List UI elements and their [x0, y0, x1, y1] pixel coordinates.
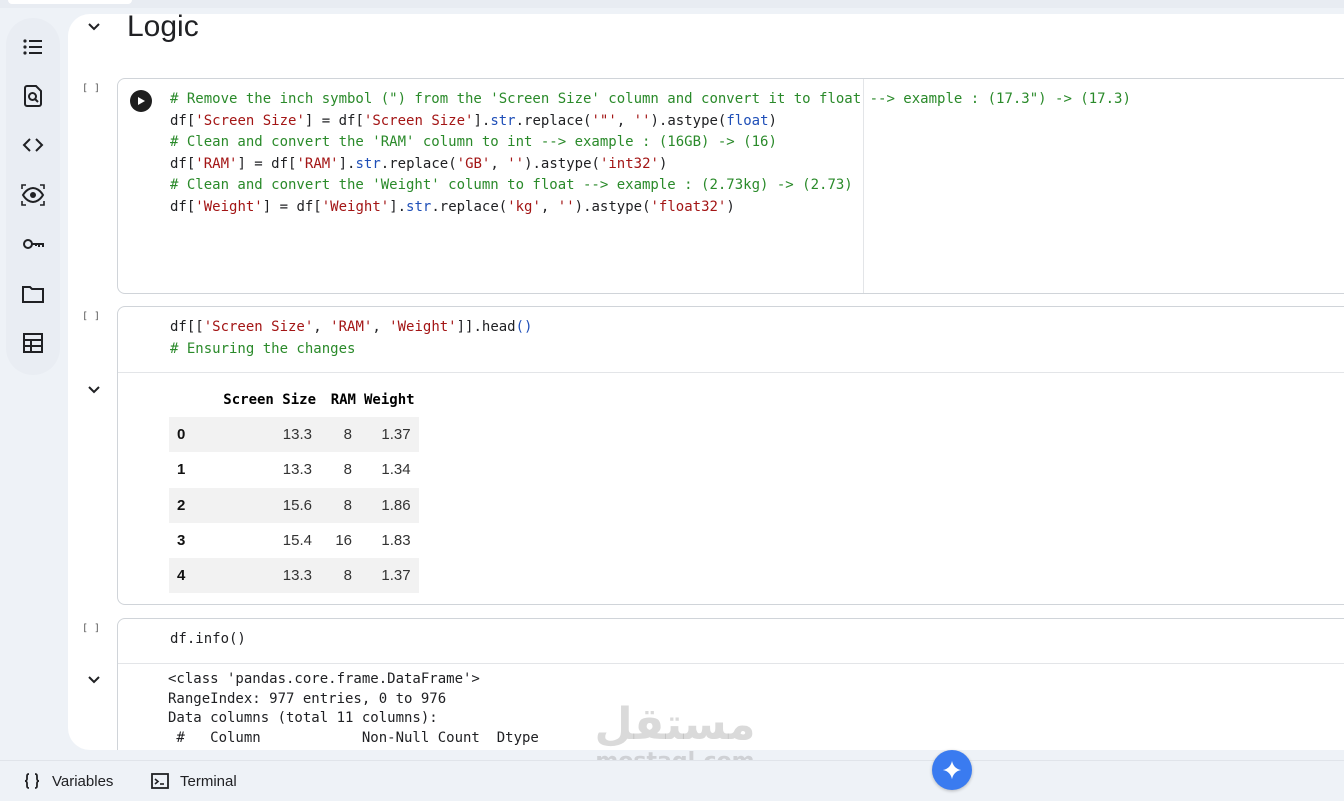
- row-index: 1: [177, 461, 186, 479]
- table-header-row: Screen Size RAM Weight: [169, 383, 419, 417]
- code-cell-1[interactable]: # Remove the inch symbol (") from the 'S…: [117, 78, 1344, 294]
- output-line: Data columns (total 11 columns):: [168, 710, 438, 726]
- table-cell: 1.34: [381, 461, 411, 479]
- cell-1-exec-count: [ ]: [82, 83, 101, 94]
- code-line: df['Weight'] = df['Weight'].str.replace(…: [170, 198, 735, 215]
- code-line: # Ensuring the changes: [170, 340, 356, 357]
- output-collapse-chevron-icon[interactable]: [84, 670, 104, 690]
- table-cell: 1.83: [381, 532, 411, 550]
- column-header: Weight: [364, 392, 415, 408]
- variables-button[interactable]: Variables: [22, 771, 113, 791]
- table-cell: 13.3: [205, 558, 320, 594]
- table-row: 1 13.3 8 1.34: [169, 452, 419, 487]
- variables-label: Variables: [52, 772, 114, 790]
- code-line: # Clean and convert the 'RAM' column to …: [170, 134, 777, 150]
- output-divider: [118, 663, 1344, 664]
- run-cell-button[interactable]: [130, 90, 152, 112]
- table-cell: 8: [320, 558, 360, 594]
- table-row: 0 13.3 8 1.37: [169, 417, 419, 453]
- table-cell: 15.4: [282, 532, 312, 550]
- code-line: df['RAM'] = df['RAM'].str.replace('GB', …: [170, 155, 668, 172]
- cell-3-exec-count: [ ]: [82, 623, 101, 634]
- output-line: # Column Non-Null Count Dtype: [168, 729, 539, 746]
- table-row: 2 15.6 8 1.86: [169, 487, 419, 523]
- top-tab: [8, 0, 132, 4]
- table-cell: 1.37: [360, 558, 419, 594]
- terminal-icon: [151, 773, 169, 789]
- sparkle-icon: [942, 760, 962, 780]
- code-line: df[['Screen Size', 'RAM', 'Weight']].hea…: [170, 319, 533, 335]
- gemini-assistant-button[interactable]: [932, 750, 972, 790]
- column-header: [169, 383, 205, 417]
- cell-2-code[interactable]: df[['Screen Size', 'RAM', 'Weight']].hea…: [170, 317, 532, 360]
- table-of-contents-icon[interactable]: [19, 33, 47, 61]
- watermark-arabic: مستقل: [594, 699, 756, 750]
- cell-2-exec-count: [ ]: [82, 311, 101, 322]
- table-cell: 13.3: [282, 461, 312, 479]
- table-cell: 1.86: [360, 487, 419, 523]
- braces-icon: [24, 773, 40, 789]
- bottom-bar: Variables Terminal: [0, 760, 1344, 801]
- row-index: 2: [169, 487, 205, 523]
- top-bar: [0, 0, 1344, 8]
- table-cell: 8: [343, 461, 352, 479]
- code-snippets-icon[interactable]: [19, 131, 47, 159]
- table-cell: 8: [320, 487, 360, 523]
- code-line: df['Screen Size'] = df['Screen Size'].st…: [170, 112, 777, 129]
- table-row: 3 15.4 16 1.83: [169, 523, 419, 558]
- output-line: <class 'pandas.core.frame.DataFrame'>: [168, 671, 480, 687]
- table-cell: 16: [335, 532, 352, 550]
- dataframe-output-table: Screen Size RAM Weight 0 13.3 8 1.37 1 1…: [169, 383, 419, 594]
- column-header: Screen Size: [223, 392, 316, 408]
- df-info-output: <class 'pandas.core.frame.DataFrame'> Ran…: [168, 670, 539, 748]
- files-folder-icon[interactable]: [19, 280, 47, 308]
- variables-inspector-icon[interactable]: [19, 181, 47, 209]
- terminal-button[interactable]: Terminal: [150, 771, 237, 791]
- data-table-icon[interactable]: [19, 329, 47, 357]
- terminal-label: Terminal: [180, 772, 237, 790]
- table-cell: 1.37: [360, 417, 419, 453]
- cell-3-code[interactable]: df.info(): [170, 629, 246, 651]
- output-collapse-chevron-icon[interactable]: [84, 380, 104, 400]
- row-index: 4: [169, 558, 205, 594]
- cell-1-code[interactable]: # Remove the inch symbol (") from the 'S…: [170, 89, 1131, 218]
- code-line: # Clean and convert the 'Weight' column …: [170, 177, 853, 193]
- table-cell: 8: [320, 417, 360, 453]
- output-divider: [118, 372, 1344, 373]
- code-line: # Remove the inch symbol (") from the 'S…: [170, 91, 1131, 107]
- table-cell: 13.3: [205, 417, 320, 453]
- code-cell-2[interactable]: df[['Screen Size', 'RAM', 'Weight']].hea…: [117, 306, 1344, 605]
- output-line: RangeIndex: 977 entries, 0 to 976: [168, 690, 447, 707]
- row-index: 3: [177, 532, 186, 550]
- section-heading: Logic: [127, 14, 199, 43]
- column-header: RAM: [330, 392, 356, 408]
- left-sidebar: [6, 18, 60, 375]
- section-collapse-chevron-icon[interactable]: [84, 17, 104, 37]
- table-cell: 15.6: [205, 487, 320, 523]
- play-icon: [138, 97, 145, 105]
- secrets-key-icon[interactable]: [19, 230, 47, 258]
- row-index: 0: [169, 417, 205, 453]
- code-line: df.info(): [170, 631, 246, 647]
- table-row: 4 13.3 8 1.37: [169, 558, 419, 594]
- notebook-area: Logic [ ] # Remove the inch symbol (") f…: [68, 14, 1344, 750]
- find-icon[interactable]: [19, 82, 47, 110]
